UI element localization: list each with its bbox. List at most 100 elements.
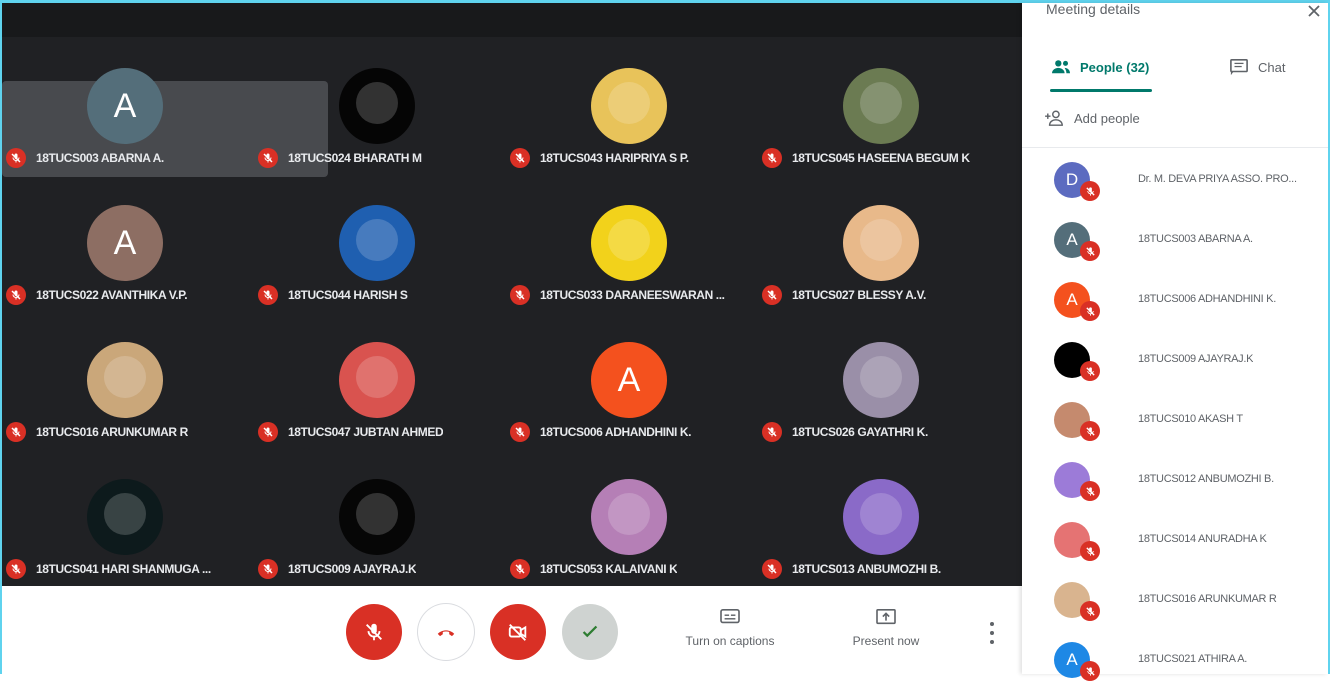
panel-title: Meeting details bbox=[1046, 1, 1141, 17]
mic-off-icon bbox=[510, 559, 530, 579]
participant-tile[interactable]: 18TUCS045 HASEENA BEGUM K bbox=[758, 68, 1010, 205]
participant-list-item[interactable]: 18TUCS014 ANURADHA K bbox=[1022, 513, 1328, 573]
participant-tile[interactable]: 18TUCS047 JUBTAN AHMED bbox=[254, 342, 506, 479]
participant-tile[interactable]: 18TUCS044 HARISH S bbox=[254, 205, 506, 342]
participant-name-row: 18TUCS045 HASEENA BEGUM K bbox=[762, 148, 970, 168]
participant-name-row: 18TUCS013 ANBUMOZHI B. bbox=[762, 559, 941, 579]
mic-off-icon bbox=[258, 148, 278, 168]
participant-name: 18TUCS016 ARUNKUMAR R bbox=[36, 425, 188, 439]
participant-tile[interactable]: 18TUCS009 AJAYRAJ.K bbox=[254, 479, 506, 586]
present-label: Present now bbox=[852, 634, 920, 648]
participant-tile[interactable]: 18TUCS016 ARUNKUMAR R bbox=[2, 342, 254, 479]
mic-off-icon bbox=[1080, 241, 1100, 261]
more-options-button[interactable] bbox=[986, 622, 998, 644]
tab-people[interactable]: People (32) bbox=[1050, 55, 1149, 79]
participant-list-item[interactable]: 18TUCS016 ARUNKUMAR R bbox=[1022, 573, 1328, 633]
tab-chat-label: Chat bbox=[1258, 59, 1286, 75]
participant-list-item[interactable]: A 18TUCS003 ABARNA A. bbox=[1022, 213, 1328, 273]
mic-off-icon bbox=[510, 422, 530, 442]
camera-off-icon bbox=[508, 624, 527, 641]
captions-button[interactable]: Turn on captions bbox=[670, 608, 790, 648]
participant-tile[interactable]: 18TUCS027 BLESSY A.V. bbox=[758, 205, 1010, 342]
mic-off-icon bbox=[510, 285, 530, 305]
participant-tile[interactable]: 18TUCS024 BHARATH M bbox=[254, 68, 506, 205]
camera-toggle-button[interactable] bbox=[490, 604, 546, 660]
mic-toggle-button[interactable] bbox=[346, 604, 402, 660]
participant-list-item[interactable]: 18TUCS009 AJAYRAJ.K bbox=[1022, 333, 1328, 393]
participant-list-item[interactable]: A 18TUCS006 ADHANDHINI K. bbox=[1022, 273, 1328, 333]
participant-list-item[interactable]: 18TUCS010 AKASH T bbox=[1022, 393, 1328, 453]
participant-tile[interactable]: A 18TUCS006 ADHANDHINI K. bbox=[506, 342, 758, 479]
participant-list-name: 18TUCS003 ABARNA A. bbox=[1138, 233, 1253, 245]
participant-avatar bbox=[843, 479, 919, 555]
captions-label: Turn on captions bbox=[685, 634, 775, 648]
participant-name: 18TUCS013 ANBUMOZHI B. bbox=[792, 562, 941, 576]
participant-name: 18TUCS006 ADHANDHINI K. bbox=[540, 425, 692, 439]
participant-name-row: 18TUCS043 HARIPRIYA S P. bbox=[510, 148, 689, 168]
participant-avatar bbox=[87, 479, 163, 555]
participant-avatar bbox=[843, 205, 919, 281]
mic-off-icon bbox=[1080, 541, 1100, 561]
participant-name: 18TUCS022 AVANTHIKA V.P. bbox=[36, 288, 188, 302]
participant-list-name: 18TUCS014 ANURADHA K bbox=[1138, 533, 1267, 545]
participant-avatar bbox=[591, 68, 667, 144]
participant-list-item[interactable]: D Dr. M. DEVA PRIYA ASSO. PRO... bbox=[1022, 153, 1328, 213]
participant-name-row: 18TUCS033 DARANEESWARAN ... bbox=[510, 285, 725, 305]
participant-name-row: 18TUCS022 AVANTHIKA V.P. bbox=[6, 285, 187, 305]
participant-list-name: 18TUCS012 ANBUMOZHI B. bbox=[1138, 473, 1274, 485]
participant-tile[interactable]: 18TUCS033 DARANEESWARAN ... bbox=[506, 205, 758, 342]
participant-avatar bbox=[591, 205, 667, 281]
confirm-button[interactable] bbox=[562, 604, 618, 660]
captions-icon bbox=[720, 608, 740, 624]
people-icon bbox=[1052, 60, 1070, 74]
mic-off-icon bbox=[258, 422, 278, 442]
participant-tile[interactable]: 18TUCS043 HARIPRIYA S P. bbox=[506, 68, 758, 205]
mic-off-icon bbox=[1080, 301, 1100, 321]
participant-name-row: 18TUCS026 GAYATHRI K. bbox=[762, 422, 928, 442]
participant-list-name: 18TUCS021 ATHIRA A. bbox=[1138, 653, 1248, 665]
present-now-button[interactable]: Present now bbox=[826, 608, 946, 648]
mic-off-icon bbox=[6, 422, 26, 442]
tab-chat[interactable]: Chat bbox=[1228, 55, 1285, 79]
participant-avatar: A bbox=[87, 205, 163, 281]
add-people-button[interactable]: Add people bbox=[1044, 109, 1140, 127]
participant-name: 18TUCS027 BLESSY A.V. bbox=[792, 288, 926, 302]
mic-off-icon bbox=[1080, 421, 1100, 441]
participant-name-row: 18TUCS027 BLESSY A.V. bbox=[762, 285, 926, 305]
participant-list-item[interactable]: 18TUCS012 ANBUMOZHI B. bbox=[1022, 453, 1328, 513]
participant-name: 18TUCS047 JUBTAN AHMED bbox=[288, 425, 444, 439]
participant-name: 18TUCS053 KALAIVANI K bbox=[540, 562, 678, 576]
participant-list-name: 18TUCS009 AJAYRAJ.K bbox=[1138, 353, 1254, 365]
add-person-icon bbox=[1045, 110, 1063, 126]
active-tab-indicator bbox=[1050, 89, 1152, 92]
mic-off-icon bbox=[258, 559, 278, 579]
participant-avatar bbox=[591, 479, 667, 555]
mic-off-icon bbox=[762, 559, 782, 579]
present-icon bbox=[876, 608, 896, 625]
leave-call-button[interactable] bbox=[418, 604, 474, 660]
participant-tile[interactable]: A 18TUCS003 ABARNA A. bbox=[2, 68, 254, 205]
call-controls-bar: Turn on captions Present now bbox=[2, 586, 1022, 674]
mic-off-icon bbox=[510, 148, 530, 168]
mic-off-icon bbox=[762, 148, 782, 168]
participant-tile[interactable]: A 18TUCS022 AVANTHIKA V.P. bbox=[2, 205, 254, 342]
check-icon bbox=[582, 625, 598, 638]
mic-off-icon bbox=[762, 422, 782, 442]
participant-tile[interactable]: 18TUCS013 ANBUMOZHI B. bbox=[758, 479, 1010, 586]
participant-avatar bbox=[843, 68, 919, 144]
participant-tile[interactable]: 18TUCS026 GAYATHRI K. bbox=[758, 342, 1010, 479]
mic-off-icon bbox=[1080, 601, 1100, 621]
participant-list-name: Dr. M. DEVA PRIYA ASSO. PRO... bbox=[1138, 173, 1297, 185]
participant-tile[interactable]: 18TUCS041 HARI SHANMUGA ... bbox=[2, 479, 254, 586]
participant-name: 18TUCS044 HARISH S bbox=[288, 288, 408, 302]
participant-list-item[interactable]: A 18TUCS021 ATHIRA A. bbox=[1022, 633, 1328, 693]
participant-name: 18TUCS024 BHARATH M bbox=[288, 151, 422, 165]
participant-list-name: 18TUCS006 ADHANDHINI K. bbox=[1138, 293, 1276, 305]
close-icon[interactable] bbox=[1306, 3, 1322, 19]
participant-name-row: 18TUCS006 ADHANDHINI K. bbox=[510, 422, 691, 442]
participant-grid: A 18TUCS003 ABARNA A. 18TUCS024 BHARATH M 1… bbox=[2, 3, 1022, 586]
participant-tile[interactable]: 18TUCS053 KALAIVANI K bbox=[506, 479, 758, 586]
panel-divider bbox=[1022, 147, 1328, 148]
participant-name: 18TUCS041 HARI SHANMUGA ... bbox=[36, 562, 211, 576]
hang-up-icon bbox=[437, 630, 455, 637]
